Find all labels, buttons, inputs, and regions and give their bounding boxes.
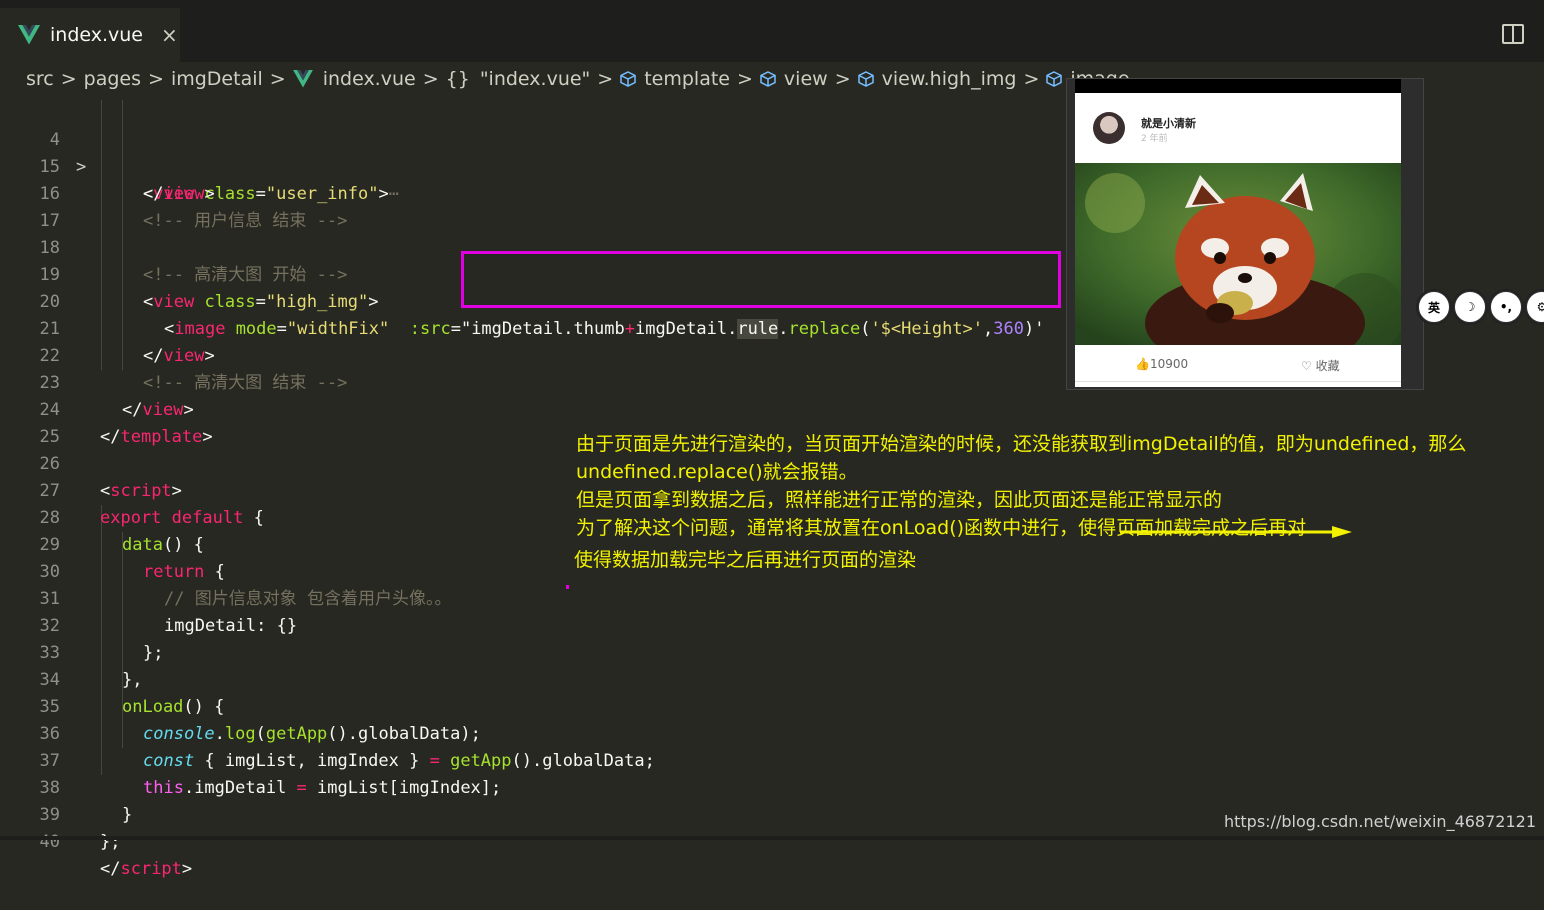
phone-screen: 就是小清新 2 年前 👍10900 ♡ 收藏 [1075, 93, 1401, 387]
chevron-right-icon: > [834, 68, 851, 90]
thumbs-up-icon: 👍 [1135, 357, 1150, 371]
chevron-right-icon: > [269, 68, 286, 90]
breadcrumb-src[interactable]: src [26, 68, 54, 90]
user-info [1075, 93, 1401, 163]
avatar [1093, 112, 1125, 144]
tab-label: index.vue [50, 24, 143, 46]
high-img [1075, 163, 1401, 345]
favorite-label: 收藏 [1315, 359, 1340, 373]
ime-language-button[interactable]: 英 [1418, 291, 1450, 323]
heart-icon: ♡ [1301, 359, 1316, 373]
chevron-right-icon: > [422, 68, 439, 90]
editor-tab-bar: index.vue × [0, 0, 1544, 62]
watermark: https://blog.csdn.net/weixin_46872121 [1223, 812, 1536, 831]
code-line: 38 } [0, 748, 1544, 825]
code-line: 34 onLoad() { [0, 640, 1544, 717]
annotation-note: 但是页面拿到数据之后，照样能进行正常的渲染，因此页面还是能正常显示的 [576, 489, 1223, 511]
phone-status-bar [1075, 79, 1401, 93]
breadcrumb-template[interactable]: template [644, 68, 730, 90]
username: 就是小清新 [1141, 117, 1196, 130]
code-line: 36 const { imgList, imgIndex } = getApp(… [0, 694, 1544, 771]
breadcrumb-script[interactable]: "index.vue" [480, 68, 590, 90]
annotation-arrow [1120, 526, 1352, 538]
code-line: 33 }, [0, 613, 1544, 690]
close-icon[interactable]: × [161, 23, 178, 47]
tab-index-vue[interactable]: index.vue × [0, 8, 180, 62]
vue-logo-icon [18, 25, 40, 45]
cursor-mark [566, 585, 569, 589]
like-button[interactable]: 👍10900 [1135, 357, 1188, 371]
cube-icon [760, 71, 776, 87]
breadcrumb-file[interactable]: index.vue [323, 68, 416, 90]
highlight-box [461, 251, 1061, 308]
cube-icon [620, 71, 636, 87]
braces-icon: {} [445, 68, 470, 90]
phone-preview: 就是小清新 2 年前 👍10900 ♡ 收藏 [1066, 78, 1424, 390]
cube-icon [1046, 71, 1063, 87]
vue-file-icon [292, 70, 313, 88]
bottom-bar [0, 836, 1544, 840]
gear-icon[interactable]: ⚙ [1526, 291, 1544, 323]
punctuation-button[interactable]: •, [1490, 291, 1522, 323]
code-line: 25 [0, 397, 1544, 447]
annotation-note: undefined.replace()就会报错。 [576, 461, 858, 483]
post-time: 2 年前 [1141, 134, 1168, 144]
chevron-right-icon: > [737, 68, 753, 90]
cube-icon [857, 71, 874, 87]
red-panda-image [1075, 163, 1401, 345]
code-line: 32 }; [0, 586, 1544, 663]
code-line: 35 console.log(getApp().globalData); [0, 667, 1544, 744]
moon-icon[interactable]: ☽ [1454, 291, 1486, 323]
favorite-button[interactable]: ♡ 收藏 [1301, 357, 1340, 374]
chevron-right-icon: > [148, 68, 164, 90]
line-number: 40 [39, 832, 60, 852]
breadcrumb: src > pages > imgDetail > index.vue > {}… [26, 66, 1130, 92]
breadcrumb-imgdetail[interactable]: imgDetail [171, 68, 263, 90]
floating-toolbar: 英 ☽ •, ⚙ [1416, 291, 1544, 323]
chevron-right-icon: > [1023, 68, 1040, 90]
split-editor-icon[interactable] [1502, 24, 1524, 44]
post-actions: 👍10900 ♡ 收藏 [1075, 345, 1401, 382]
chevron-right-icon: > [597, 68, 614, 90]
annotation-note: 使得数据加载完毕之后再进行页面的渲染 [574, 549, 917, 571]
annotation-note: 由于页面是先进行渲染的，当页面开始渲染的时候，还没能获取到imgDetail的值… [576, 433, 1467, 455]
breadcrumb-view[interactable]: view [784, 68, 828, 90]
chevron-right-icon: > [60, 68, 77, 90]
breadcrumb-pages[interactable]: pages [84, 68, 141, 90]
code-line: 37 this.imgDetail = imgList[imgIndex]; [0, 721, 1544, 798]
code-line: 39 }; [0, 775, 1544, 852]
like-count: 10900 [1149, 357, 1189, 371]
breadcrumb-view-high-img[interactable]: view.high_img [882, 68, 1017, 90]
